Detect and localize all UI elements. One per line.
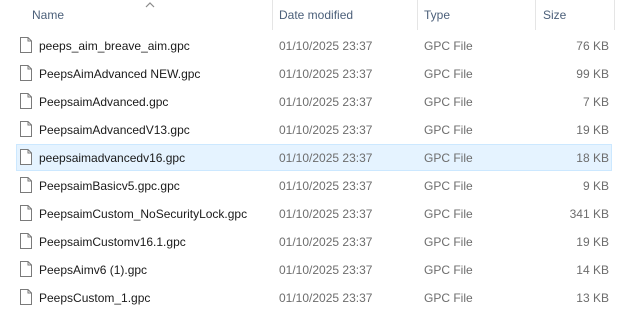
file-name: PeepsaimAdvancedV13.gpc [39, 123, 190, 137]
file-size: 13 KB [576, 291, 609, 305]
file-row[interactable]: PeepsaimCustomv16.1.gpc 01/10/2025 23:37 G… [0, 228, 625, 256]
file-row[interactable]: PeepsaimAdvanced.gpc 01/10/2025 23:37 GPC … [0, 88, 625, 116]
file-name: PeepsAimAdvanced NEW.gpc [39, 67, 201, 81]
file-icon [20, 121, 32, 137]
column-header-type[interactable]: Type [424, 0, 450, 30]
file-row[interactable]: PeepsaimBasicv5.gpc.gpc 01/10/2025 23:37 G… [0, 172, 625, 200]
file-icon [20, 177, 32, 193]
file-name: PeepsaimCustomv16.1.gpc [39, 235, 186, 249]
file-size: 18 KB [576, 151, 609, 165]
file-type: GPC File [424, 123, 473, 137]
file-type: GPC File [424, 39, 473, 53]
file-date-modified: 01/10/2025 23:37 [279, 263, 373, 277]
sort-ascending-icon [145, 2, 155, 8]
file-row[interactable]: peepsaimadvancedv16.gpc 01/10/2025 23:37 G… [0, 144, 625, 172]
column-divider[interactable] [272, 0, 273, 30]
file-name: peepsaimadvancedv16.gpc [39, 151, 186, 165]
file-date-modified: 01/10/2025 23:37 [279, 179, 373, 193]
file-row[interactable]: peeps_aim_breave_aim.gpc 01/10/2025 23:37… [0, 32, 625, 60]
file-name: peeps_aim_breave_aim.gpc [39, 39, 190, 53]
file-row[interactable]: PeepsAimv6 (1).gpc 01/10/2025 23:37 GPC Fi… [0, 256, 625, 284]
file-name: PeepsaimCustom_NoSecurityLock.gpc [39, 207, 248, 221]
file-size: 99 KB [576, 67, 609, 81]
file-date-modified: 01/10/2025 23:37 [279, 291, 373, 305]
file-size: 9 KB [582, 179, 609, 193]
file-type: GPC File [424, 291, 473, 305]
file-row[interactable]: PeepsaimCustom_NoSecurityLock.gpc 01/10/2… [0, 200, 625, 228]
file-type: GPC File [424, 67, 473, 81]
file-row[interactable]: PeepsaimAdvancedV13.gpc 01/10/2025 23:37 G… [0, 116, 625, 144]
file-type: GPC File [424, 263, 473, 277]
column-header-name[interactable]: Name [32, 0, 64, 30]
column-header-bar: Name Date modified Type Size [0, 0, 625, 30]
file-name: PeepsaimBasicv5.gpc.gpc [39, 179, 180, 193]
file-date-modified: 01/10/2025 23:37 [279, 235, 373, 249]
file-date-modified: 01/10/2025 23:37 [279, 95, 373, 109]
file-icon [20, 65, 32, 81]
file-type: GPC File [424, 151, 473, 165]
file-date-modified: 01/10/2025 23:37 [279, 67, 373, 81]
file-row[interactable]: PeepsAimAdvanced NEW.gpc 01/10/2025 23:37… [0, 60, 625, 88]
file-row[interactable]: PeepsCustom_1.gpc 01/10/2025 23:37 GPC Fil… [0, 284, 625, 312]
file-size: 7 KB [582, 95, 609, 109]
file-name: PeepsaimAdvanced.gpc [39, 95, 169, 109]
file-size: 19 KB [576, 235, 609, 249]
column-divider[interactable] [417, 0, 418, 30]
file-icon [20, 261, 32, 277]
file-icon [20, 93, 32, 109]
file-icon [20, 37, 32, 53]
column-header-date-modified[interactable]: Date modified [279, 0, 353, 30]
file-date-modified: 01/10/2025 23:37 [279, 207, 373, 221]
file-name: PeepsCustom_1.gpc [39, 291, 151, 305]
file-icon [20, 289, 32, 305]
file-size: 19 KB [576, 123, 609, 137]
file-type: GPC File [424, 235, 473, 249]
file-date-modified: 01/10/2025 23:37 [279, 151, 373, 165]
file-date-modified: 01/10/2025 23:37 [279, 123, 373, 137]
column-divider[interactable] [535, 0, 536, 30]
file-type: GPC File [424, 95, 473, 109]
column-header-size[interactable]: Size [543, 0, 566, 30]
file-icon [20, 233, 32, 249]
file-size: 341 KB [569, 207, 609, 221]
file-icon [20, 205, 32, 221]
file-list: peeps_aim_breave_aim.gpc 01/10/2025 23:37… [0, 32, 625, 312]
file-name: PeepsAimv6 (1).gpc [39, 263, 148, 277]
column-divider[interactable] [614, 0, 615, 30]
file-type: GPC File [424, 179, 473, 193]
file-size: 76 KB [576, 39, 609, 53]
file-size: 14 KB [576, 263, 609, 277]
file-date-modified: 01/10/2025 23:37 [279, 39, 373, 53]
file-type: GPC File [424, 207, 473, 221]
file-icon [20, 149, 32, 165]
